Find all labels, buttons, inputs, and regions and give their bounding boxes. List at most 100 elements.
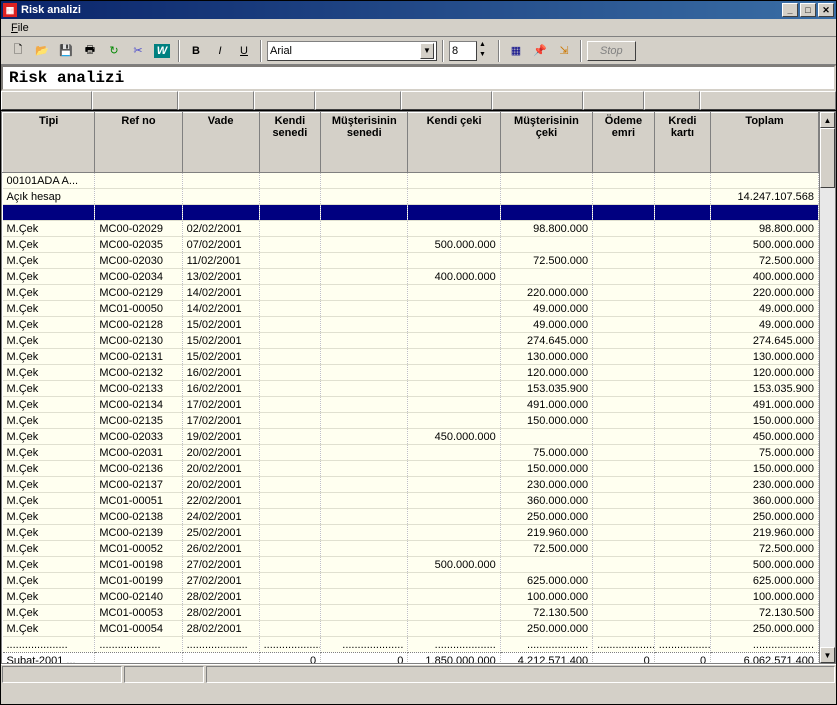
tab-cell[interactable] — [700, 91, 836, 110]
summary-row[interactable]: Şubat-2001 ...001.850.000.0004.212.571.4… — [3, 653, 819, 664]
cell — [593, 541, 655, 557]
cell — [321, 253, 408, 269]
cell: 13/02/2001 — [182, 269, 259, 285]
table-row[interactable]: M.ÇekMC00-0213115/02/2001130.000.000130.… — [3, 349, 819, 365]
table-row[interactable]: M.ÇekMC00-0213824/02/2001250.000.000250.… — [3, 509, 819, 525]
open-icon[interactable]: 📂 — [31, 40, 53, 62]
table-row[interactable]: M.ÇekMC00-0203413/02/2001400.000.000400.… — [3, 269, 819, 285]
table-row[interactable]: M.ÇekMC00-0213925/02/2001219.960.000219.… — [3, 525, 819, 541]
col-musterisinin-ceki[interactable]: Müşterisinin çeki — [500, 113, 592, 173]
cell: 150.000.000 — [500, 461, 592, 477]
cell — [593, 573, 655, 589]
cell: 500.000.000 — [408, 237, 500, 253]
cell — [408, 589, 500, 605]
new-icon[interactable]: 🗋 — [7, 40, 29, 62]
cell — [408, 365, 500, 381]
col-toplam[interactable]: Toplam — [711, 113, 819, 173]
cell: M.Çek — [3, 557, 95, 573]
table-row[interactable]: M.ÇekMC00-0213015/02/2001274.645.000274.… — [3, 333, 819, 349]
table-row[interactable]: M.ÇekMC01-0019827/02/2001500.000.000500.… — [3, 557, 819, 573]
stop-button[interactable]: Stop — [587, 41, 636, 61]
tab-cell[interactable] — [254, 91, 315, 110]
print-icon[interactable]: 🖶 — [79, 40, 101, 62]
cell: MC00-02134 — [95, 397, 182, 413]
table-row[interactable]: M.ÇekMC00-0213216/02/2001120.000.000120.… — [3, 365, 819, 381]
cell: 153.035.900 — [711, 381, 819, 397]
status-panel-3 — [206, 666, 835, 683]
scroll-down-icon[interactable]: ▼ — [820, 647, 835, 663]
acik-hesap-row[interactable]: Açık hesap 14.247.107.568 — [3, 189, 819, 205]
refresh-icon[interactable]: ↻ — [103, 40, 125, 62]
group-row[interactable]: 00101ADA A... — [3, 173, 819, 189]
scroll-thumb[interactable] — [820, 128, 835, 188]
tab-cell[interactable] — [178, 91, 254, 110]
cell — [593, 221, 655, 237]
vertical-scrollbar[interactable]: ▲ ▼ — [819, 112, 835, 663]
table-row[interactable]: M.ÇekMC00-0213720/02/2001230.000.000230.… — [3, 477, 819, 493]
italic-icon[interactable]: I — [209, 40, 231, 62]
selected-row[interactable] — [3, 205, 819, 221]
table-row[interactable]: M.ÇekMC00-0214028/02/2001100.000.000100.… — [3, 589, 819, 605]
table-row[interactable]: M.ÇekMC00-0203011/02/200172.500.00072.50… — [3, 253, 819, 269]
tab-cell[interactable] — [401, 91, 492, 110]
bold-icon[interactable]: B — [185, 40, 207, 62]
tab-cell[interactable] — [583, 91, 644, 110]
save-icon[interactable]: 💾 — [55, 40, 77, 62]
table-row[interactable]: M.ÇekMC01-0005014/02/200149.000.00049.00… — [3, 301, 819, 317]
minimize-button[interactable]: _ — [782, 3, 798, 17]
tab-cell[interactable] — [644, 91, 700, 110]
table-row[interactable]: M.ÇekMC00-0212815/02/200149.000.00049.00… — [3, 317, 819, 333]
table-row[interactable]: M.ÇekMC00-0213517/02/2001150.000.000150.… — [3, 413, 819, 429]
maximize-button[interactable]: □ — [800, 3, 816, 17]
tab-cell[interactable] — [315, 91, 401, 110]
col-kendi-ceki[interactable]: Kendi çeki — [408, 113, 500, 173]
menu-file[interactable]: File — [5, 21, 35, 35]
spinner-down-icon[interactable]: ▼ — [479, 51, 493, 61]
col-musterisinin-senedi[interactable]: Müşterisinin senedi — [321, 113, 408, 173]
col-kredi-karti[interactable]: Kredi kartı — [654, 113, 710, 173]
close-button[interactable]: ✕ — [818, 3, 834, 17]
cell — [408, 605, 500, 621]
table-row[interactable]: M.ÇekMC01-0019927/02/2001625.000.000625.… — [3, 573, 819, 589]
col-refno[interactable]: Ref no — [95, 113, 182, 173]
cut-icon[interactable]: ✂ — [127, 40, 149, 62]
tab-cell[interactable] — [492, 91, 583, 110]
cell — [408, 253, 500, 269]
cell: M.Çek — [3, 493, 95, 509]
cell: 120.000.000 — [500, 365, 592, 381]
cell: 100.000.000 — [500, 589, 592, 605]
cell: MC01-00199 — [95, 573, 182, 589]
table-row[interactable]: M.ÇekMC00-0203507/02/2001500.000.000500.… — [3, 237, 819, 253]
table-row[interactable]: M.ÇekMC00-0202902/02/200198.800.00098.80… — [3, 221, 819, 237]
export-icon[interactable]: ⇲ — [553, 40, 575, 62]
grid-icon[interactable]: ▦ — [505, 40, 527, 62]
tab-cell[interactable] — [92, 91, 178, 110]
pin-icon[interactable]: 📌 — [529, 40, 551, 62]
table-row[interactable]: M.ÇekMC00-0203120/02/200175.000.00075.00… — [3, 445, 819, 461]
table-row[interactable]: M.ÇekMC00-0213620/02/2001150.000.000150.… — [3, 461, 819, 477]
table-row[interactable]: M.ÇekMC00-0212914/02/2001220.000.000220.… — [3, 285, 819, 301]
underline-icon[interactable]: U — [233, 40, 255, 62]
table-row[interactable]: M.ÇekMC00-0213417/02/2001491.000.000491.… — [3, 397, 819, 413]
table-row[interactable]: M.ÇekMC01-0005122/02/2001360.000.000360.… — [3, 493, 819, 509]
spinner-up-icon[interactable]: ▲ — [479, 41, 493, 51]
word-icon[interactable]: W — [151, 40, 173, 62]
col-kendi-senedi[interactable]: Kendi senedi — [259, 113, 321, 173]
font-size-input[interactable]: 8 — [449, 41, 477, 61]
tab-cell[interactable] — [1, 91, 92, 110]
scroll-track[interactable] — [820, 128, 835, 647]
table-row[interactable]: M.ÇekMC01-0005226/02/200172.500.00072.50… — [3, 541, 819, 557]
cell: M.Çek — [3, 573, 95, 589]
table-row[interactable]: M.ÇekMC01-0005428/02/2001250.000.000250.… — [3, 621, 819, 637]
col-odeme-emri[interactable]: Ödeme emri — [593, 113, 655, 173]
scroll-up-icon[interactable]: ▲ — [820, 112, 835, 128]
cell — [654, 381, 710, 397]
col-tipi[interactable]: Tipi — [3, 113, 95, 173]
table-row[interactable]: M.ÇekMC00-0213316/02/2001153.035.900153.… — [3, 381, 819, 397]
col-vade[interactable]: Vade — [182, 113, 259, 173]
dropdown-icon[interactable]: ▼ — [420, 43, 434, 59]
font-name-select[interactable]: Arial ▼ — [267, 41, 437, 61]
table-row[interactable]: M.ÇekMC00-0203319/02/2001450.000.000450.… — [3, 429, 819, 445]
cell — [593, 397, 655, 413]
table-row[interactable]: M.ÇekMC01-0005328/02/200172.130.50072.13… — [3, 605, 819, 621]
